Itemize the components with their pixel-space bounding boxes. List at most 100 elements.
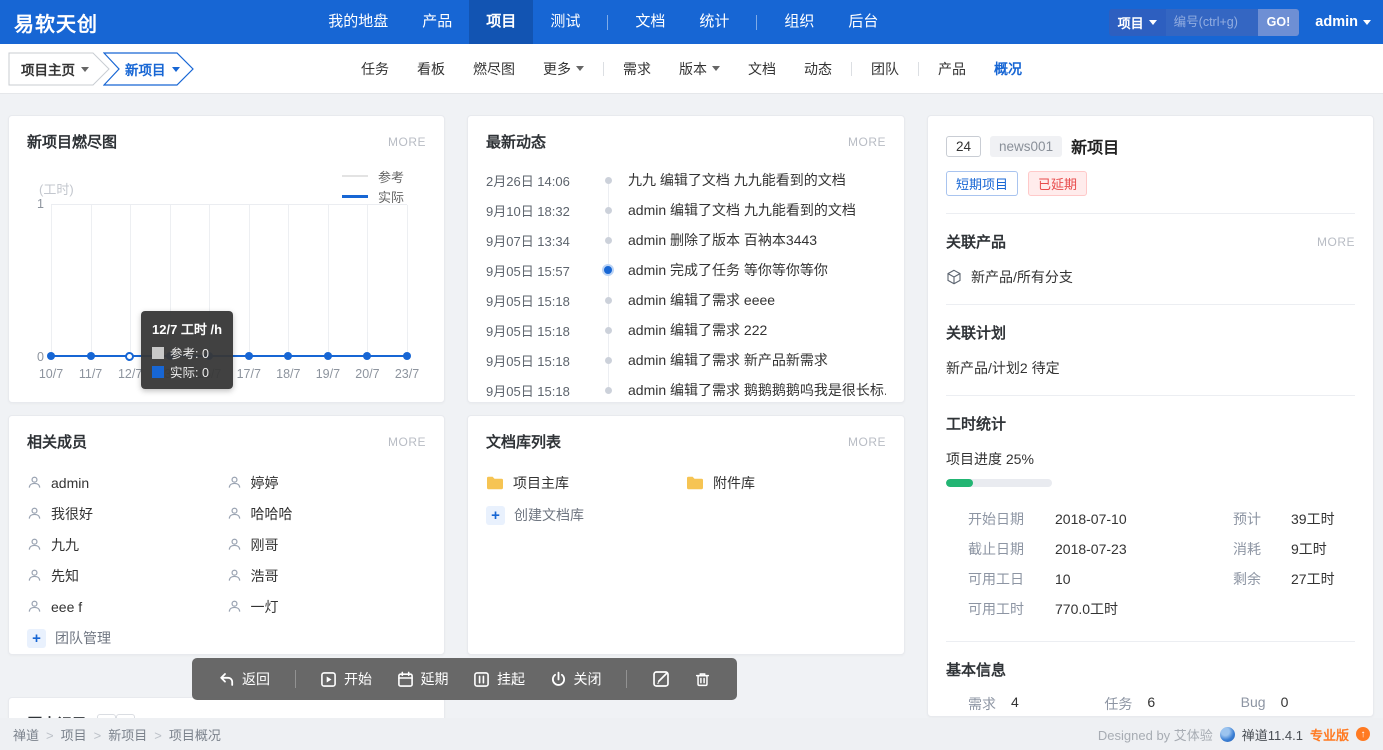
menu-dynamic[interactable]: 动态 (790, 59, 846, 79)
nav-item-report[interactable]: 统计 (682, 0, 746, 44)
activity-text[interactable]: admin 编辑了需求 222 (628, 320, 767, 340)
data-point[interactable] (245, 352, 253, 360)
menu-story[interactable]: 需求 (609, 59, 665, 79)
activity-text[interactable]: admin 完成了任务 等你等你等你 (628, 260, 828, 280)
global-search: 项目 GO! (1109, 9, 1300, 36)
toolbar-separator (626, 670, 627, 688)
members-more-link[interactable]: MORE (388, 435, 426, 449)
tab-project-home[interactable]: 项目主页 (8, 52, 111, 86)
docs-more-link[interactable]: MORE (848, 435, 886, 449)
project-menu: 任务 看板 燃尽图 更多 需求 版本 文档 动态 团队 产品 概况 (347, 59, 1036, 79)
app-version[interactable]: 禅道11.4.1 (1242, 725, 1303, 744)
start-button[interactable]: 开始 (320, 669, 372, 689)
data-point[interactable] (47, 352, 55, 360)
activity-row: 9月05日 15:18 admin 编辑了需求 222 (486, 315, 886, 345)
plus-icon: + (486, 506, 505, 525)
search-scope-dropdown[interactable]: 项目 (1109, 9, 1166, 36)
calendar-icon (397, 671, 414, 688)
tab-current-project[interactable]: 新项目 (103, 52, 195, 86)
member-item[interactable]: admin (27, 467, 227, 498)
member-item[interactable]: 我很好 (27, 498, 227, 529)
menu-team[interactable]: 团队 (857, 59, 913, 79)
team-manage-link[interactable]: + 团队管理 (9, 622, 444, 648)
menu-overview[interactable]: 概况 (980, 59, 1036, 79)
nav-item-test[interactable]: 测试 (533, 0, 597, 44)
member-item[interactable]: 一灯 (227, 591, 427, 622)
member-item[interactable]: 浩哥 (227, 560, 427, 591)
gridline (51, 205, 52, 356)
member-item[interactable]: 刚哥 (227, 529, 427, 560)
upgrade-icon[interactable]: ↑ (1356, 727, 1370, 741)
menu-more[interactable]: 更多 (529, 59, 598, 79)
nav-item-admin[interactable]: 后台 (831, 0, 895, 44)
project-code-badge: news001 (990, 136, 1062, 157)
breadcrumb-project-name[interactable]: 新项目 (108, 725, 169, 744)
delete-button[interactable] (694, 671, 711, 688)
user-menu[interactable]: admin (1315, 14, 1371, 30)
linked-product-item[interactable]: 新产品/所有分支 (946, 267, 1355, 287)
breadcrumb-home[interactable]: 禅道 (13, 725, 61, 744)
edition-label[interactable]: 专业版 (1310, 725, 1349, 744)
search-go-button[interactable]: GO! (1258, 9, 1300, 36)
activity-text[interactable]: 九九 编辑了文档 九九能看到的文档 (628, 170, 846, 190)
burndown-panel: 新项目燃尽图 MORE (工时) 参考 实际 1 0 (8, 115, 445, 403)
activity-text[interactable]: admin 编辑了需求 新产品新需求 (628, 350, 828, 370)
activity-text[interactable]: admin 编辑了文档 九九能看到的文档 (628, 200, 856, 220)
data-point[interactable] (87, 352, 95, 360)
activity-text[interactable]: admin 编辑了需求 eeee (628, 290, 775, 310)
menu-kanban[interactable]: 看板 (403, 59, 459, 79)
member-item[interactable]: 先知 (27, 560, 227, 591)
folder-icon (486, 476, 504, 490)
burndown-more-link[interactable]: MORE (388, 135, 426, 149)
nav-item-doc[interactable]: 文档 (618, 0, 682, 44)
timeline (588, 315, 628, 345)
legend-actual[interactable]: 实际 (342, 186, 404, 206)
activity-time: 9月05日 15:18 (486, 321, 588, 340)
close-button[interactable]: 关闭 (550, 669, 602, 689)
data-point-hovered[interactable] (125, 352, 134, 361)
back-button[interactable]: 返回 (218, 669, 270, 689)
nav-item-product[interactable]: 产品 (405, 0, 469, 44)
person-icon (27, 537, 42, 552)
member-item[interactable]: 九九 (27, 529, 227, 560)
member-item[interactable]: 婷婷 (227, 467, 427, 498)
data-point[interactable] (403, 352, 411, 360)
activity-text[interactable]: admin 编辑了需求 鹅鹅鹅鹅呜我是很长标... (628, 380, 886, 400)
menu-doc[interactable]: 文档 (734, 59, 790, 79)
activity-row: 2月26日 14:06九九 编辑了文档 九九能看到的文档 (486, 165, 886, 195)
linked-plan-item[interactable]: 新产品/计划2 待定 (946, 358, 1355, 378)
create-doc-library-link[interactable]: + 创建文档库 (468, 499, 904, 525)
doc-library-item[interactable]: 附件库 (686, 467, 886, 499)
nav-item-project[interactable]: 项目 (469, 0, 533, 44)
field-label: 剩余 (1233, 569, 1277, 589)
member-item[interactable]: eee f (27, 591, 227, 622)
breadcrumb-project[interactable]: 项目 (61, 725, 109, 744)
legend-reference[interactable]: 参考 (342, 166, 404, 186)
menu-task[interactable]: 任务 (347, 59, 403, 79)
activities-more-link[interactable]: MORE (848, 135, 886, 149)
top-navbar: 易软天创 我的地盘 产品 项目 测试 文档 统计 组织 后台 项目 GO! ad… (0, 0, 1383, 44)
data-point[interactable] (284, 352, 292, 360)
suspend-button[interactable]: 挂起 (473, 669, 525, 689)
delay-button[interactable]: 延期 (397, 669, 449, 689)
legend-reference-label: 参考 (378, 167, 404, 186)
member-item[interactable]: 哈哈哈 (227, 498, 427, 529)
data-point[interactable] (363, 352, 371, 360)
menu-build[interactable]: 版本 (665, 59, 734, 79)
cube-icon (946, 269, 962, 285)
activity-text[interactable]: admin 删除了版本 百衲本3443 (628, 230, 817, 250)
menu-burndown[interactable]: 燃尽图 (459, 59, 529, 79)
nav-item-my[interactable]: 我的地盘 (311, 0, 405, 44)
nav-item-org[interactable]: 组织 (767, 0, 831, 44)
basic-info-fields: 需求4 任务6 Bug0 (946, 694, 1355, 714)
search-input[interactable] (1166, 9, 1258, 36)
data-point[interactable] (324, 352, 332, 360)
project-header: 24 news001 新项目 (946, 116, 1355, 158)
menu-separator (918, 62, 919, 76)
progress-bar (946, 479, 1052, 487)
linked-products-more-link[interactable]: MORE (1317, 235, 1355, 249)
designed-by-label[interactable]: Designed by 艾体验 (1098, 725, 1213, 744)
doc-library-item[interactable]: 项目主库 (486, 467, 686, 499)
edit-button[interactable] (652, 670, 670, 688)
menu-product[interactable]: 产品 (924, 59, 980, 79)
